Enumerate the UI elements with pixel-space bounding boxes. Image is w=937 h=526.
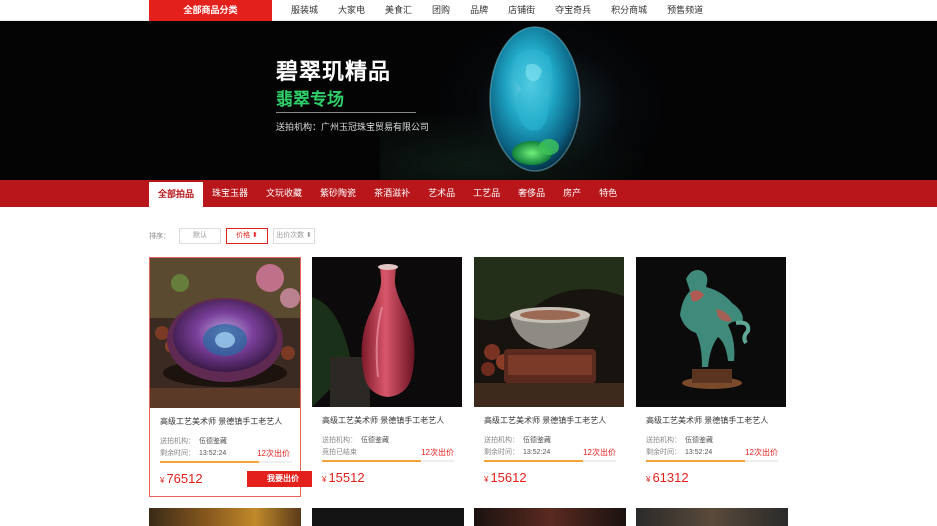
lot-card[interactable]: 高级工艺美术师 景德镇手工老艺人 送拍机构： 伍德鉴藏 竞拍已结束 12次出价 ¥… [312, 257, 464, 497]
bid-button[interactable]: 我要出价 [247, 471, 319, 487]
sort-price-button[interactable]: 价格 ⬍ [226, 228, 268, 244]
lot-progress [160, 461, 292, 463]
category-bar: 全部拍品 珠宝玉器 文玩收藏 紫砂陶瓷 茶酒滋补 艺术品 工艺品 奢侈品 房产 … [0, 180, 937, 207]
org-value: 伍德鉴藏 [361, 437, 389, 444]
lot-price: ¥76512 [160, 471, 203, 486]
price-value: 15512 [328, 470, 365, 485]
price-value: 15612 [490, 470, 527, 485]
nav-item-treasure[interactable]: 夺宝奇兵 [545, 0, 601, 21]
lot-bid-count: 12次出价 [583, 448, 616, 457]
banner-divider [276, 112, 416, 113]
nav-item-appliances[interactable]: 大家电 [328, 0, 375, 21]
lot-progress-fill [322, 460, 421, 462]
time-label: 剩余时间： [484, 449, 519, 456]
lot-progress-fill [484, 460, 583, 462]
nav-item-brands[interactable]: 品牌 [460, 0, 498, 21]
currency-symbol: ¥ [160, 476, 165, 485]
lot-image-horse-sculpture[interactable] [636, 257, 786, 407]
currency-symbol: ¥ [646, 475, 651, 484]
lot-image-tea-bowl[interactable] [474, 257, 624, 407]
sort-label: 排序： [149, 233, 170, 240]
lot-title[interactable]: 高级工艺美术师 景德镇手工老艺人 [484, 415, 606, 426]
lot-organization: 送拍机构： 伍德鉴藏 [160, 436, 227, 446]
tab-special[interactable]: 特色 [590, 180, 626, 207]
org-label: 送拍机构： [646, 437, 681, 444]
tab-ceramics[interactable]: 紫砂陶瓷 [311, 180, 365, 207]
lot-progress-fill [160, 461, 259, 463]
org-label: 送拍机构： [484, 437, 519, 444]
time-label: 剩余时间： [160, 450, 195, 457]
lot-time: 剩余时间： 13:52:24 [160, 448, 226, 458]
lot-time: 竞拍已结束 [322, 447, 361, 457]
time-label: 剩余时间： [646, 449, 681, 456]
nav-item-food[interactable]: 美食汇 [375, 0, 422, 21]
nav-item-clothing[interactable]: 服装城 [281, 0, 328, 21]
sort-bar: 排序： 默认 价格 ⬍ 出价次数 ⬍ [149, 228, 320, 244]
tab-luxury[interactable]: 奢侈品 [509, 180, 554, 207]
tab-crafts[interactable]: 工艺品 [464, 180, 509, 207]
org-value: 伍德鉴藏 [685, 437, 713, 444]
lot-organization: 送拍机构： 伍德鉴藏 [484, 435, 551, 445]
lot-price: ¥15512 [322, 470, 365, 485]
lot-progress [646, 460, 778, 462]
currency-symbol: ¥ [322, 475, 327, 484]
category-tabs: 全部拍品 珠宝玉器 文玩收藏 紫砂陶瓷 茶酒滋补 艺术品 工艺品 奢侈品 房产 … [149, 180, 626, 207]
lot-card-peek[interactable] [474, 508, 626, 526]
banner-title: 碧翠玑精品 [276, 59, 392, 85]
tab-all-lots[interactable]: 全部拍品 [149, 182, 204, 207]
all-categories-button[interactable]: 全部商品分类 [149, 0, 272, 21]
lot-card[interactable]: 高级工艺美术师 景德镇手工老艺人 送拍机构： 伍德鉴藏 剩余时间： 13:52:24… [149, 257, 319, 497]
lot-card-peek[interactable] [149, 508, 301, 526]
nav-item-groupbuy[interactable]: 团购 [422, 0, 460, 21]
lot-card[interactable]: 高级工艺美术师 景德镇手工老艺人 送拍机构： 伍德鉴藏 剩余时间： 13:52:24… [636, 257, 788, 497]
lot-title[interactable]: 高级工艺美术师 景德镇手工老艺人 [322, 415, 444, 426]
nav-item-points-mall[interactable]: 积分商城 [601, 0, 657, 21]
lot-title[interactable]: 高级工艺美术师 景德镇手工老艺人 [646, 415, 768, 426]
currency-symbol: ¥ [484, 475, 489, 484]
jade-pendant-image [489, 26, 581, 172]
lot-bid-count: 12次出价 [257, 449, 290, 458]
lot-organization: 送拍机构： 伍德鉴藏 [646, 435, 713, 445]
lot-time: 剩余时间： 13:52:24 [646, 447, 712, 457]
time-label: 竞拍已结束 [322, 449, 357, 456]
lot-progress-fill [646, 460, 745, 462]
lot-title[interactable]: 高级工艺美术师 景德镇手工老艺人 [160, 416, 282, 427]
tab-real-estate[interactable]: 房产 [554, 180, 590, 207]
nav-items: 服装城 大家电 美食汇 团购 品牌 店铺街 夺宝奇兵 积分商城 预售频道 [281, 0, 713, 21]
sort-default-button[interactable]: 默认 [179, 228, 221, 244]
lot-organization: 送拍机构： 伍德鉴藏 [322, 435, 389, 445]
nav-item-presale[interactable]: 预售频道 [657, 0, 713, 21]
tab-jewelry-jade[interactable]: 珠宝玉器 [203, 180, 257, 207]
lot-price: ¥15612 [484, 470, 527, 485]
lot-progress [484, 460, 616, 462]
nav-item-shops[interactable]: 店铺街 [498, 0, 545, 21]
lot-card-peek[interactable] [636, 508, 788, 526]
lot-progress [322, 460, 454, 462]
lot-image-jun-bowl[interactable] [150, 258, 300, 408]
tab-collectibles[interactable]: 文玩收藏 [257, 180, 311, 207]
lot-image-red-vase[interactable] [312, 257, 462, 407]
price-value: 76512 [166, 471, 203, 486]
time-value: 13:52:24 [685, 449, 713, 456]
org-value: 伍德鉴藏 [199, 438, 227, 445]
time-value: 13:52:24 [199, 450, 227, 457]
hero-banner[interactable]: 碧翠玑精品 翡翠专场 送拍机构：广州玉冠珠宝贸易有限公司 [0, 21, 937, 180]
tab-tea-wine[interactable]: 茶酒滋补 [365, 180, 419, 207]
price-value: 61312 [652, 470, 689, 485]
time-value: 13:52:24 [523, 449, 551, 456]
tab-art[interactable]: 艺术品 [419, 180, 464, 207]
org-label: 送拍机构： [160, 438, 195, 445]
lot-time: 剩余时间： 13:52:24 [484, 447, 550, 457]
lot-card[interactable]: 高级工艺美术师 景德镇手工老艺人 送拍机构： 伍德鉴藏 剩余时间： 13:52:24… [474, 257, 626, 497]
banner-subtitle: 翡翠专场 [276, 90, 344, 110]
lot-price: ¥61312 [646, 470, 689, 485]
top-nav: 全部商品分类 服装城 大家电 美食汇 团购 品牌 店铺街 夺宝奇兵 积分商城 预… [0, 0, 937, 21]
lot-bid-count: 12次出价 [421, 448, 454, 457]
lot-card-peek[interactable] [312, 508, 464, 526]
org-value: 伍德鉴藏 [523, 437, 551, 444]
org-label: 送拍机构： [322, 437, 357, 444]
sort-bids-button[interactable]: 出价次数 ⬍ [273, 228, 315, 244]
lot-bid-count: 12次出价 [745, 448, 778, 457]
banner-organization: 送拍机构：广州玉冠珠宝贸易有限公司 [276, 123, 430, 133]
